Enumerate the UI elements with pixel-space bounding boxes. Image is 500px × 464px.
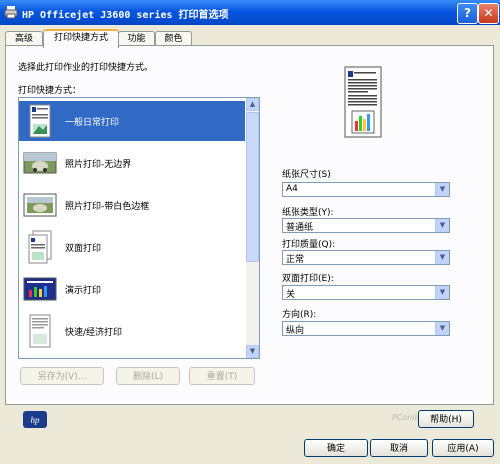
list-item-label: 照片打印-带白色边框 [65, 202, 150, 212]
chevron-down-icon[interactable]: ▼ [435, 322, 449, 335]
window-title: HP Officejet J3600 series 打印首选项 [22, 10, 229, 21]
tab-features[interactable]: 功能 [118, 31, 155, 46]
paper-type-select[interactable]: 普通纸 ▼ [282, 218, 450, 233]
scroll-down-icon[interactable]: ▼ [246, 345, 259, 358]
paper-size-value: A4 [286, 184, 298, 194]
shortcut-instruction: 选择此打印作业的打印快捷方式。 [18, 63, 154, 73]
help-button[interactable]: 帮助(H) [418, 410, 474, 428]
chevron-down-icon[interactable]: ▼ [435, 219, 449, 232]
chevron-down-icon[interactable]: ▼ [435, 251, 449, 264]
shortcut-list-label: 打印快捷方式： [18, 86, 82, 96]
printer-icon [4, 6, 18, 19]
svg-text:hp: hp [31, 415, 41, 425]
orientation-label: 方向(R): [282, 310, 317, 320]
scroll-up-icon[interactable]: ▲ [246, 98, 259, 111]
chevron-down-icon[interactable]: ▼ [435, 286, 449, 299]
list-scrollbar[interactable]: ▲ ▼ [246, 98, 259, 358]
duplex-label: 双面打印(E): [282, 274, 334, 284]
close-button[interactable]: ✕ [478, 3, 499, 24]
photo-borderless-icon [23, 152, 57, 174]
list-item-label: 快速/经济打印 [65, 328, 123, 338]
scroll-thumb[interactable] [246, 112, 259, 262]
list-item-presentation[interactable]: 演示打印 [19, 269, 245, 309]
list-item-general[interactable]: 一般日常打印 [19, 101, 245, 141]
list-item-label: 双面打印 [65, 244, 102, 254]
ok-button[interactable]: 确定 [304, 439, 368, 457]
list-item-fast-economy[interactable]: 快速/经济打印 [19, 311, 245, 351]
orientation-value: 纵向 [286, 326, 305, 336]
help-title-button[interactable]: ? [457, 3, 478, 24]
paper-size-select[interactable]: A4 ▼ [282, 182, 450, 197]
photo-border-icon [23, 193, 57, 217]
paper-type-label: 纸张类型(Y): [282, 208, 334, 218]
fast-economy-icon [29, 314, 51, 348]
list-item-photo-border[interactable]: 照片打印-带白色边框 [19, 185, 245, 225]
hp-logo: hp [23, 411, 47, 428]
duplex-value: 关 [286, 290, 296, 300]
presentation-icon [23, 277, 57, 301]
chevron-down-icon[interactable]: ▼ [435, 183, 449, 196]
tab-advanced[interactable]: 高级 [5, 31, 43, 46]
list-item-photo-borderless[interactable]: 照片打印-无边界 [19, 143, 245, 183]
reset-button[interactable]: 重置(T) [189, 367, 255, 385]
print-quality-label: 打印质量(Q): [282, 240, 336, 250]
tab-print-shortcuts[interactable]: 打印快捷方式 [43, 29, 119, 48]
document-icon [29, 104, 51, 138]
page-preview-icon [344, 66, 382, 138]
list-item-label: 一般日常打印 [65, 118, 120, 128]
delete-button[interactable]: 删除(L) [116, 367, 180, 385]
shortcut-list[interactable]: 一般日常打印 照片打印-无边界 照片打印-带白色边框 双面打印 演示打印 快速/… [18, 97, 260, 359]
tab-color[interactable]: 颜色 [155, 31, 192, 46]
list-item-label: 演示打印 [65, 286, 102, 296]
paper-type-value: 普通纸 [286, 223, 314, 233]
apply-button[interactable]: 应用(A) [432, 439, 494, 457]
print-quality-value: 正常 [286, 255, 305, 265]
list-item-label: 照片打印-无边界 [65, 160, 132, 170]
title-bar: HP Officejet J3600 series 打印首选项 ? ✕ [0, 0, 500, 25]
cancel-button[interactable]: 取消 [370, 439, 428, 457]
save-as-button[interactable]: 另存为(V)... [20, 367, 104, 385]
orientation-select[interactable]: 纵向 ▼ [282, 321, 450, 336]
duplex-icon [28, 230, 52, 264]
print-quality-select[interactable]: 正常 ▼ [282, 250, 450, 265]
list-item-duplex[interactable]: 双面打印 [19, 227, 245, 267]
paper-size-label: 纸张尺寸(S) [282, 170, 331, 180]
duplex-select[interactable]: 关 ▼ [282, 285, 450, 300]
